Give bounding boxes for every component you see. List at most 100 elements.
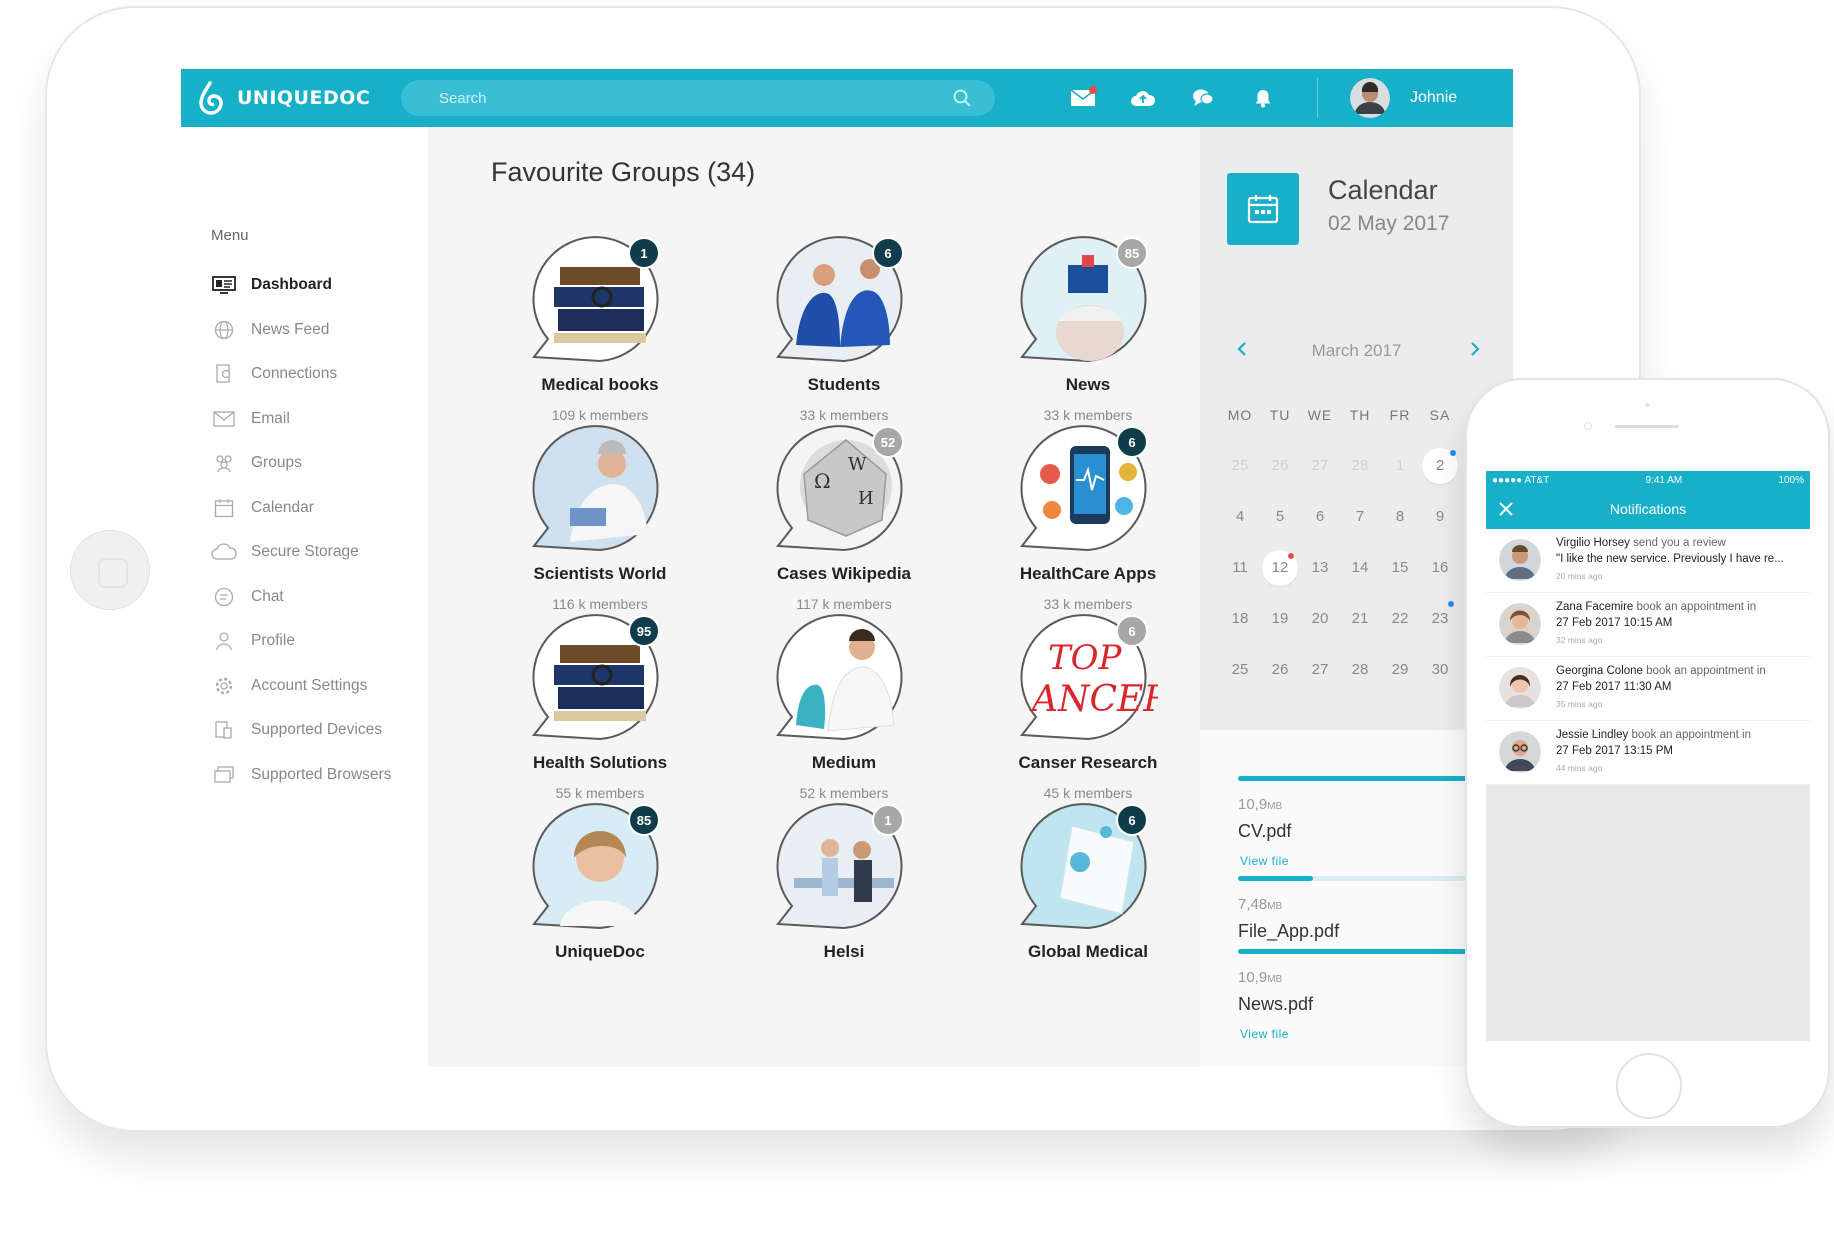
search-bar[interactable] [401, 80, 995, 116]
calendar-day-selected[interactable]: 2 [1420, 447, 1460, 484]
group-card-news[interactable]: 85 News 33 k members [966, 235, 1210, 445]
calendar-day[interactable]: 4 [1220, 499, 1260, 535]
messages-button[interactable] [1173, 78, 1233, 118]
chat-icon [211, 586, 237, 608]
user-name: Johnie [1410, 89, 1458, 106]
calendar-day[interactable]: 5 [1260, 499, 1300, 535]
calendar-day[interactable]: 7 [1340, 499, 1380, 535]
calendar-day[interactable]: 9 [1420, 499, 1460, 535]
notification-item[interactable]: Jessie Lindley book an appointment in 27… [1486, 721, 1810, 785]
sidebar-item-account-settings[interactable]: Account Settings [211, 664, 421, 709]
calendar-day[interactable]: 22 [1380, 601, 1420, 637]
brand[interactable]: UNIQUEDOC [197, 81, 401, 115]
week-row: 18 19 20 21 22 23 [1220, 593, 1500, 644]
sidebar-item-calendar[interactable]: Calendar [211, 486, 421, 531]
group-badge: 6 [1116, 804, 1148, 836]
sidebar-item-supported-browsers[interactable]: Supported Browsers [211, 753, 421, 798]
group-badge: 95 [628, 615, 660, 647]
calendar-day[interactable]: 28 [1340, 448, 1380, 484]
notification-action: send you a review [1633, 537, 1726, 549]
group-card-cases-wikipedia[interactable]: ΩWИ 52 Cases Wikipedia 117 k members [722, 424, 966, 634]
sidebar-item-email[interactable]: Email [211, 397, 421, 442]
calendar-day[interactable]: 27 [1300, 652, 1340, 688]
calendar-day[interactable]: 23 [1420, 600, 1460, 637]
calendar-day[interactable]: 25 [1220, 448, 1260, 484]
weekday-row: MO TU WE TH FR SA S [1220, 389, 1500, 440]
calendar-day[interactable]: 14 [1340, 550, 1380, 586]
group-card-students[interactable]: 6 Students 33 k members [722, 235, 966, 445]
notifications-title: Notifications [1609, 501, 1687, 517]
sidebar-item-supported-devices[interactable]: Supported Devices [211, 708, 421, 753]
calendar-day[interactable]: 25 [1220, 652, 1260, 688]
avatar [1499, 731, 1541, 773]
calendar-day[interactable]: 26 [1260, 448, 1300, 484]
groups-icon [211, 452, 237, 474]
sidebar-item-profile[interactable]: Profile [211, 619, 421, 664]
group-card-uniquedoc[interactable]: 85 UniqueDoc [478, 802, 722, 1012]
view-file-link[interactable]: View file [1240, 1027, 1289, 1041]
sidebar-item-secure-storage[interactable]: Secure Storage [211, 530, 421, 575]
group-name: Medium [811, 753, 877, 772]
upload-button[interactable] [1113, 78, 1173, 118]
chevron-right-icon[interactable] [1468, 339, 1482, 359]
calendar-day[interactable]: 1 [1380, 448, 1420, 484]
sidebar-item-news-feed[interactable]: News Feed [211, 308, 421, 353]
group-card-health-solutions[interactable]: 95 Health Solutions 55 k members [478, 613, 722, 823]
notification-item[interactable]: Zana Facemire book an appointment in 27 … [1486, 593, 1810, 657]
notification-item[interactable]: Virgilio Horsey send you a review "I lik… [1486, 529, 1810, 593]
calendar-day[interactable]: 28 [1340, 652, 1380, 688]
calendar-day[interactable]: 11 [1220, 550, 1260, 586]
event-dot [1450, 449, 1456, 456]
phone-speaker [1615, 425, 1679, 428]
group-members: 117 k members [796, 596, 892, 612]
calendar-day-today[interactable]: 12 [1260, 549, 1300, 586]
close-icon[interactable] [1498, 501, 1514, 517]
mail-button[interactable] [1053, 78, 1113, 118]
calendar-day[interactable]: 30 [1420, 652, 1460, 688]
calendar-day[interactable]: 8 [1380, 499, 1420, 535]
view-file-link[interactable]: View file [1240, 854, 1289, 868]
group-card-medical-books[interactable]: 1 Medical books 109 k members [478, 235, 722, 445]
calendar-day[interactable]: 16 [1420, 550, 1460, 586]
group-card-medium[interactable]: Medium 52 k members [722, 613, 966, 823]
notification-item[interactable]: Georgina Colone book an appointment in 2… [1486, 657, 1810, 721]
calendar-day[interactable]: 15 [1380, 550, 1420, 586]
calendar-day[interactable]: 18 [1220, 601, 1260, 637]
group-card-helsi[interactable]: 1 Helsi [722, 802, 966, 1012]
weekday-label: TU [1269, 406, 1291, 423]
file-size-unit: MB [1267, 901, 1283, 912]
menu-title: Menu [211, 227, 249, 244]
calendar-day[interactable]: 20 [1300, 601, 1340, 637]
group-card-scientists-world[interactable]: Scientists World 116 k members [478, 424, 722, 634]
notification-time: 44 mins ago [1556, 763, 1603, 773]
calendar-day[interactable]: 13 [1300, 550, 1340, 586]
group-name: Helsi [823, 942, 865, 961]
calendar-day[interactable]: 21 [1340, 601, 1380, 637]
group-members: 45 k members [1043, 785, 1133, 801]
sidebar-item-dashboard[interactable]: Dashboard [211, 263, 421, 308]
sidebar-item-groups[interactable]: Groups [211, 441, 421, 486]
calendar-day[interactable]: 6 [1300, 499, 1340, 535]
cloud-upload-icon [1131, 91, 1156, 106]
group-name: Canser Research [1018, 753, 1158, 772]
calendar-date: 02 May 2017 [1328, 212, 1450, 235]
notification-title: Georgina Colone book an appointment in [1556, 665, 1766, 677]
clock: 9:41 AM [1645, 474, 1683, 486]
search-icon[interactable] [953, 89, 971, 107]
calendar-day[interactable]: 19 [1260, 601, 1300, 637]
calendar-day[interactable]: 27 [1300, 448, 1340, 484]
notifications-button[interactable] [1233, 78, 1293, 118]
phone-home-button[interactable] [1616, 1053, 1682, 1119]
group-card-global-medical[interactable]: 6 Global Medical [966, 802, 1210, 1012]
week-row: 25 26 27 28 29 30 [1220, 644, 1500, 695]
calendar-day[interactable]: 26 [1260, 652, 1300, 688]
sidebar-item-chat[interactable]: Chat [211, 575, 421, 620]
tablet-home-button[interactable] [70, 530, 150, 610]
search-input[interactable] [437, 88, 953, 108]
calendar-day[interactable]: 29 [1380, 652, 1420, 688]
group-card-canser-research[interactable]: TOP ANCER 6 Canser Research 45 k members [966, 613, 1210, 823]
group-card-healthcare-apps[interactable]: 6 HealthCare Apps 33 k members [966, 424, 1210, 634]
file-name: News.pdf [1238, 994, 1314, 1014]
sidebar-item-connections[interactable]: Connections [211, 352, 421, 397]
user-menu[interactable]: Johnie [1350, 78, 1457, 118]
